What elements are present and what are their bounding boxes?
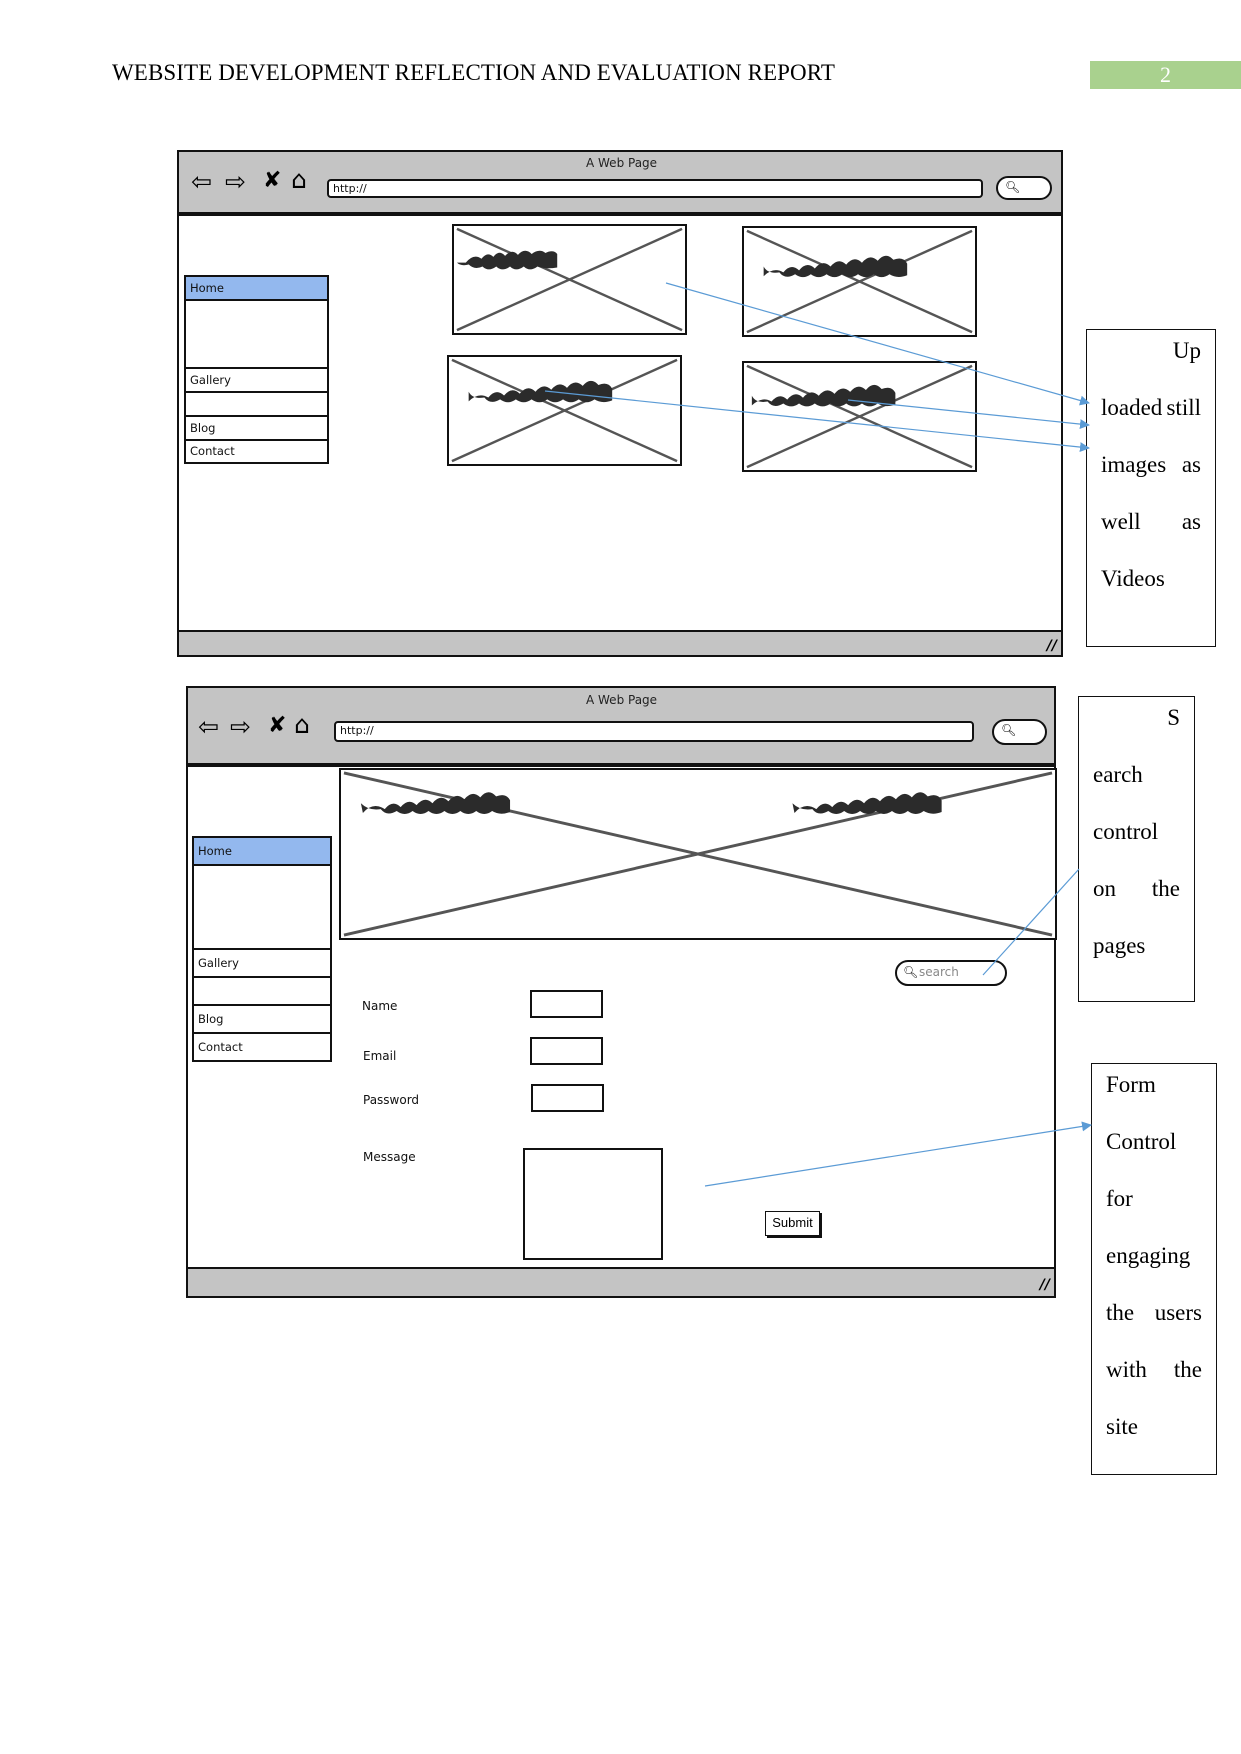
- browser-statusbar: //: [188, 1267, 1054, 1296]
- sidebar-item-home[interactable]: Home: [184, 275, 329, 301]
- callout-search-control: S earch control on the pages: [1078, 696, 1195, 1002]
- sidebar-item-contact[interactable]: Contact: [184, 439, 329, 464]
- sidebar-item-blank[interactable]: [192, 976, 332, 1006]
- sidebar-item-blank[interactable]: [192, 864, 332, 950]
- browser-statusbar: //: [179, 630, 1061, 655]
- search-icon: 🔍︎: [1001, 723, 1017, 737]
- callout-line: Form: [1106, 1072, 1156, 1097]
- close-x-icon[interactable]: ✘: [263, 168, 281, 193]
- browser-toolbar: A Web Page ⇦ ⇨ ✘ ⌂ http:// 🔍︎: [179, 152, 1061, 216]
- home-icon[interactable]: ⌂: [294, 712, 310, 737]
- sidebar-item-gallery[interactable]: Gallery: [192, 948, 332, 978]
- callout-line: for: [1106, 1186, 1133, 1211]
- sidebar-item-gallery[interactable]: Gallery: [184, 367, 329, 393]
- search-icon: 🔍︎: [1005, 180, 1021, 194]
- forward-arrow-icon[interactable]: ⇨: [225, 169, 246, 194]
- toolbar-search-button[interactable]: 🔍︎: [996, 176, 1052, 200]
- close-x-icon[interactable]: ✘: [268, 713, 286, 738]
- page-number-badge: 2: [1090, 61, 1241, 89]
- sidebar-item-blog[interactable]: Blog: [184, 415, 329, 441]
- sidebar-item-home[interactable]: Home: [192, 836, 332, 866]
- callout-line: well as: [1101, 509, 1201, 534]
- callout-line: the users: [1106, 1300, 1202, 1325]
- name-label: Name: [362, 999, 398, 1013]
- back-arrow-icon[interactable]: ⇦: [191, 169, 212, 194]
- email-label: Email: [363, 1049, 397, 1063]
- callout-line: site: [1106, 1414, 1138, 1439]
- wireframe-browser-gallery: A Web Page ⇦ ⇨ ✘ ⌂ http:// 🔍︎ Home Galle…: [177, 150, 1063, 657]
- report-header-title: WEBSITE DEVELOPMENT REFLECTION AND EVALU…: [112, 60, 835, 85]
- home-icon[interactable]: ⌂: [291, 167, 307, 192]
- callout-line: pages: [1093, 933, 1146, 958]
- toolbar-search-button[interactable]: 🔍︎: [992, 719, 1047, 745]
- url-bar[interactable]: http://: [327, 179, 983, 198]
- resize-grip-icon[interactable]: //: [1040, 1277, 1050, 1293]
- image-placeholder-1: [452, 224, 687, 335]
- callout-line: earch: [1093, 762, 1143, 787]
- callout-line: images as: [1101, 452, 1201, 477]
- url-bar[interactable]: http://: [334, 721, 974, 742]
- callout-line: loaded still: [1101, 395, 1201, 420]
- message-label: Message: [363, 1150, 416, 1164]
- hero-image-placeholder: [339, 768, 1057, 940]
- image-placeholder-3: [447, 355, 682, 466]
- resize-grip-icon[interactable]: //: [1047, 638, 1057, 654]
- callout-line: Control: [1106, 1129, 1177, 1154]
- callout-line: Up: [1172, 338, 1201, 363]
- callout-line: S: [1167, 705, 1180, 730]
- callout-uploaded-media: Up loaded still images as well as Videos: [1086, 329, 1216, 647]
- email-field[interactable]: [530, 1037, 603, 1065]
- back-arrow-icon[interactable]: ⇦: [198, 714, 219, 739]
- wireframe-browser-contact: A Web Page ⇦ ⇨ ✘ ⌂ http:// 🔍︎ Home Galle…: [186, 686, 1057, 1298]
- callout-form-control: Form Control for engaging the users with t…: [1091, 1063, 1217, 1475]
- callout-line: with the: [1106, 1357, 1202, 1382]
- callout-line: on the: [1093, 876, 1180, 901]
- sidebar-item-blank[interactable]: [184, 299, 329, 369]
- sidebar-item-contact[interactable]: Contact: [192, 1032, 332, 1062]
- window-title: A Web Page: [586, 156, 658, 170]
- name-field[interactable]: [530, 990, 603, 1018]
- password-field[interactable]: [531, 1084, 604, 1112]
- password-label: Password: [363, 1093, 420, 1107]
- browser-toolbar: A Web Page ⇦ ⇨ ✘ ⌂ http:// 🔍︎: [188, 688, 1054, 767]
- image-placeholder-2: [742, 226, 977, 337]
- callout-line: control: [1093, 819, 1159, 844]
- sidebar-item-blog[interactable]: Blog: [192, 1004, 332, 1034]
- page-search-input[interactable]: 🔍︎ search: [895, 960, 1007, 986]
- search-icon: 🔍︎: [903, 965, 919, 979]
- message-textarea[interactable]: [523, 1148, 663, 1260]
- window-title: A Web Page: [586, 693, 658, 707]
- image-placeholder-4: [742, 361, 977, 472]
- callout-line: Videos: [1101, 566, 1165, 591]
- callout-line: engaging: [1106, 1243, 1191, 1268]
- submit-button[interactable]: Submit: [765, 1211, 820, 1236]
- sidebar-item-blank[interactable]: [184, 391, 329, 417]
- forward-arrow-icon[interactable]: ⇨: [230, 714, 251, 739]
